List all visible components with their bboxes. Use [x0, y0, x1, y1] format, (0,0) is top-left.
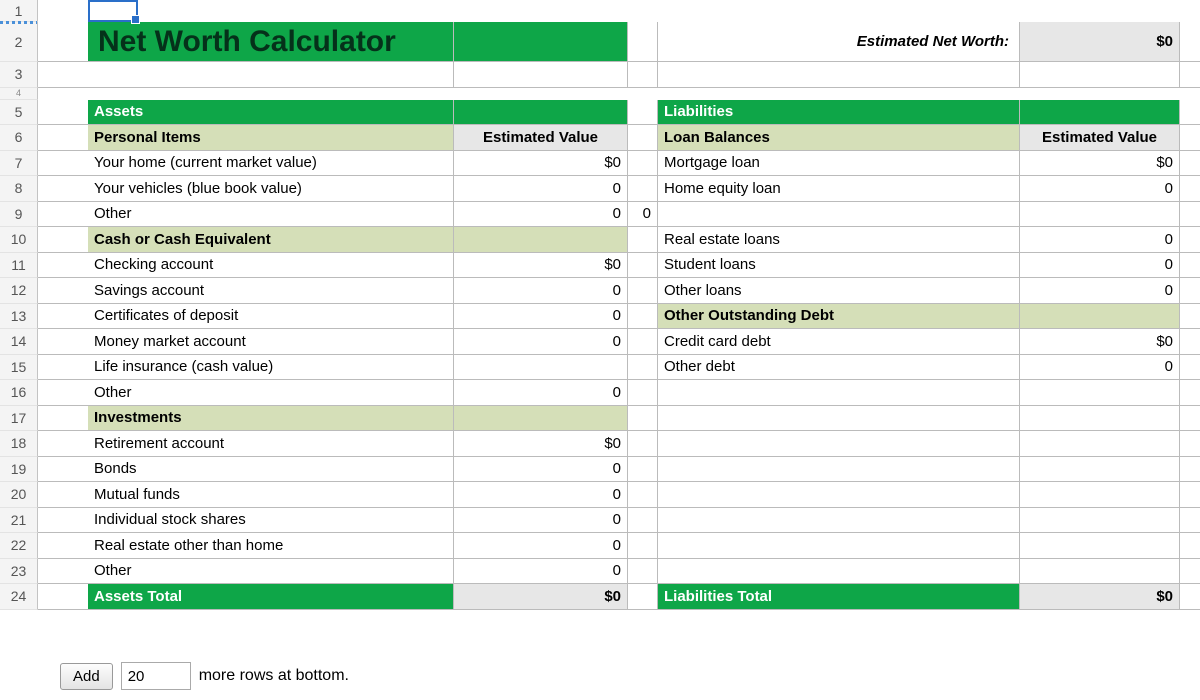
liability-value[interactable]: 0 [1020, 253, 1180, 278]
row-header[interactable]: 15 [0, 355, 38, 381]
asset-label[interactable]: Retirement account [88, 431, 454, 456]
asset-value[interactable]: 0 [454, 508, 628, 533]
row-header[interactable]: 22 [0, 533, 38, 559]
asset-value[interactable]: 0 [454, 482, 628, 507]
asset-value[interactable]: 0 [454, 278, 628, 303]
liability-value[interactable]: 0 [1020, 355, 1180, 380]
liability-value[interactable] [1020, 202, 1180, 227]
asset-label[interactable]: Other [88, 202, 454, 227]
asset-label[interactable]: Individual stock shares [88, 508, 454, 533]
asset-value[interactable]: 0 [454, 380, 628, 405]
loan-balances-header: Loan Balances [658, 125, 1020, 150]
row-header[interactable]: 9 [0, 202, 38, 228]
asset-value[interactable]: $0 [454, 151, 628, 176]
liabilities-total-value: $0 [1020, 584, 1180, 609]
asset-label[interactable]: Certificates of deposit [88, 304, 454, 329]
row-header[interactable]: 21 [0, 508, 38, 534]
asset-value[interactable]: 0 [454, 533, 628, 558]
asset-label[interactable]: Checking account [88, 253, 454, 278]
spreadsheet-grid[interactable]: Net Worth Calculator Estimated Net Worth… [38, 0, 1200, 610]
liability-label[interactable]: Home equity loan [658, 176, 1020, 201]
row-header[interactable]: 23 [0, 559, 38, 585]
asset-label[interactable]: Life insurance (cash value) [88, 355, 454, 380]
footer-text: more rows at bottom. [199, 667, 349, 685]
row-header[interactable]: 14 [0, 329, 38, 355]
estimated-net-worth-label: Estimated Net Worth: [658, 22, 1020, 61]
investments-header: Investments [88, 406, 454, 431]
row-header[interactable]: 17 [0, 406, 38, 432]
cash-header: Cash or Cash Equivalent [88, 227, 454, 252]
row-header[interactable]: 6 [0, 125, 38, 151]
row-header[interactable]: 19 [0, 457, 38, 483]
row-header[interactable]: 18 [0, 431, 38, 457]
asset-label[interactable]: Other [88, 559, 454, 584]
row-header[interactable]: 11 [0, 253, 38, 279]
row-header[interactable]: 10 [0, 227, 38, 253]
liability-label[interactable]: Mortgage loan [658, 151, 1020, 176]
liability-value[interactable]: 0 [1020, 227, 1180, 252]
liability-value[interactable]: 0 [1020, 176, 1180, 201]
liability-value[interactable]: 0 [1020, 278, 1180, 303]
row-header[interactable]: 8 [0, 176, 38, 202]
liabilities-header: Liabilities [658, 100, 1020, 125]
liability-value[interactable]: $0 [1020, 151, 1180, 176]
row-header-gutter: 1 2 3 4 5 6 7 8 9 10 11 12 13 14 15 16 1… [0, 0, 38, 610]
asset-value[interactable]: 0 [454, 329, 628, 354]
liability-label[interactable]: Other debt [658, 355, 1020, 380]
estimated-value-col: Estimated Value [454, 125, 628, 150]
row-header[interactable]: 20 [0, 482, 38, 508]
asset-label[interactable]: Your vehicles (blue book value) [88, 176, 454, 201]
row-header[interactable]: 2 [0, 22, 38, 62]
asset-label[interactable]: Mutual funds [88, 482, 454, 507]
liability-label[interactable]: Other loans [658, 278, 1020, 303]
asset-label[interactable]: Other [88, 380, 454, 405]
liability-value[interactable]: $0 [1020, 329, 1180, 354]
add-rows-button[interactable]: Add [60, 663, 113, 690]
assets-total-label: Assets Total [88, 584, 454, 609]
row-header[interactable]: 5 [0, 100, 38, 126]
row-header[interactable]: 12 [0, 278, 38, 304]
asset-value[interactable]: 0 [454, 457, 628, 482]
row-header[interactable]: 4 [0, 88, 38, 100]
footer-controls: Add more rows at bottom. [60, 662, 349, 690]
estimated-value-col: Estimated Value [1020, 125, 1180, 150]
gap-cell[interactable]: 0 [628, 202, 658, 227]
assets-header: Assets [88, 100, 454, 125]
page-title: Net Worth Calculator [88, 22, 454, 61]
asset-value[interactable]: $0 [454, 253, 628, 278]
liability-label[interactable]: Real estate loans [658, 227, 1020, 252]
liability-label[interactable] [658, 202, 1020, 227]
personal-items-header: Personal Items [88, 125, 454, 150]
row-header[interactable]: 13 [0, 304, 38, 330]
asset-value[interactable]: 0 [454, 176, 628, 201]
asset-value[interactable]: 0 [454, 304, 628, 329]
asset-label[interactable]: Savings account [88, 278, 454, 303]
estimated-net-worth-value: $0 [1020, 22, 1180, 61]
asset-label[interactable]: Real estate other than home [88, 533, 454, 558]
liability-label[interactable]: Student loans [658, 253, 1020, 278]
asset-value[interactable]: 0 [454, 202, 628, 227]
asset-value[interactable] [454, 355, 628, 380]
row-header[interactable]: 16 [0, 380, 38, 406]
row-header[interactable]: 3 [0, 62, 38, 88]
assets-total-value: $0 [454, 584, 628, 609]
asset-label[interactable]: Your home (current market value) [88, 151, 454, 176]
add-rows-input[interactable] [121, 662, 191, 690]
row-header[interactable]: 7 [0, 151, 38, 177]
asset-label[interactable]: Bonds [88, 457, 454, 482]
other-debt-header: Other Outstanding Debt [658, 304, 1020, 329]
liabilities-total-label: Liabilities Total [658, 584, 1020, 609]
asset-value[interactable]: $0 [454, 431, 628, 456]
row-header[interactable]: 1 [0, 0, 38, 22]
liability-label[interactable]: Credit card debt [658, 329, 1020, 354]
asset-value[interactable]: 0 [454, 559, 628, 584]
asset-label[interactable]: Money market account [88, 329, 454, 354]
row-header[interactable]: 24 [0, 584, 38, 610]
